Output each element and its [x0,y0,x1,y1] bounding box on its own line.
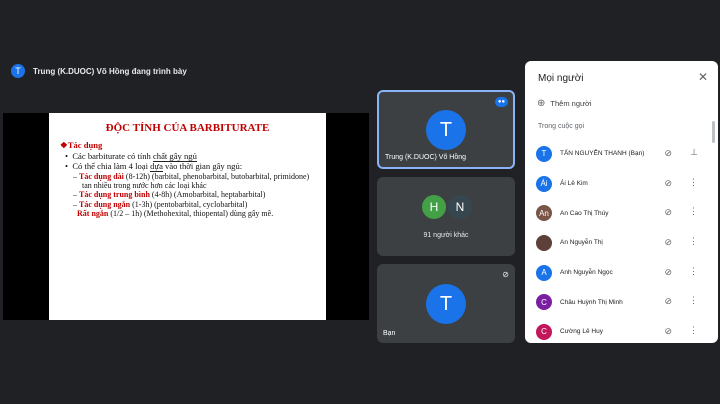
people-panel: Mọi người ✕ ⊕ Thêm người Trong cuộc gọi … [525,61,718,343]
participant-name: Anh Nguyễn Ngọc [560,269,613,277]
shared-screen: ĐỘC TÍNH CỦA BARBITURATE ❖Tác dụng • Các… [3,113,369,320]
person-add-icon: ⊕ [537,98,546,109]
presenter-avatar: T [11,64,25,78]
participant-row[interactable]: C Châu Huỳnh Thị Minh ⊘ ⋮ [525,287,718,317]
mic-off-icon: ⊘ [664,177,672,188]
presenter-tile-name: Trung (K.DUOC) Võ Hồng [385,154,467,161]
slide-subitem: Rất ngắn (1/2 – 1h) (Methohexital, thiop… [77,209,274,219]
mic-off-icon: ⊘ [502,270,509,279]
slide-subitem: – Tác dụng trung bình (4-8h) (Amobarbita… [73,190,266,200]
participant-list: T TẤN NGUYỄN THANH (Bạn) ⊘ ⊥ Ái Ái Lê Ki… [525,139,718,343]
mic-off-icon: ⊘ [664,237,672,248]
more-vert-icon[interactable]: ⋮ [689,295,698,306]
more-vert-icon[interactable]: ⋮ [689,266,698,277]
participant-avatar: Ái [536,175,552,192]
participant-avatar: T [536,145,552,162]
participant-name: Ái Lê Kim [560,180,588,188]
participant-avatar: A [536,264,552,281]
self-tile-name: Bạn [383,330,396,337]
add-people-label: Thêm người [550,99,592,108]
participant-row[interactable]: An Nguyễn Thị ⊘ ⋮ [525,228,718,258]
more-vert-icon[interactable]: ⋮ [689,325,698,336]
pin-icon[interactable]: ⊥ [690,147,698,158]
panel-title: Mọi người [538,73,584,84]
participant-name: Châu Huỳnh Thị Minh [560,298,623,306]
participant-avatar: C [536,294,552,311]
more-vert-icon[interactable]: ⋮ [689,206,698,217]
slide-bullet: • Có thể chia làm 4 loại dựa vào thời gi… [65,161,243,172]
participant-name: An Nguyễn Thị [560,239,603,247]
more-vert-icon[interactable]: ⋮ [689,236,698,247]
participant-row[interactable]: A Anh Nguyễn Ngọc ⊘ ⋮ [525,258,718,288]
self-tile-avatar: T [426,284,466,324]
others-avatar: H [422,195,446,219]
speaking-indicator-icon: ●● [495,97,508,107]
others-tile[interactable]: H N 91 người khác [377,177,515,256]
mic-off-icon: ⊘ [664,326,672,337]
slide-subitem: – Tác dụng dài (8-12h) (barbital, phenob… [73,171,310,190]
presentation-slide: ĐỘC TÍNH CỦA BARBITURATE ❖Tác dụng • Các… [49,113,326,320]
mic-off-icon: ⊘ [664,266,672,277]
participant-name: TẤN NGUYỄN THANH (Bạn) [560,150,645,158]
self-tile[interactable]: ⊘ T Bạn [377,264,515,343]
participant-row[interactable]: C Cường Lê Huy ⊘ ⋮ [525,317,718,343]
participant-name: An Cao Thị Thúy [560,209,609,217]
others-avatar: N [448,195,472,219]
participant-row[interactable]: An An Cao Thị Thúy ⊘ ⋮ [525,198,718,228]
mic-off-icon: ⊘ [664,296,672,307]
participant-row[interactable]: Ái Ái Lê Kim ⊘ ⋮ [525,169,718,199]
slide-subitem: – Tác dụng ngắn (1-3h) (pentobarbital, c… [73,199,248,209]
participant-avatar: An [536,205,552,222]
slide-bullet: • Các barbiturate có tính chất gây ngủ [65,150,197,162]
presenter-bar: T Trung (K.DUOC) Võ Hồng đang trình bày [0,58,520,84]
presenter-status: Trung (K.DUOC) Võ Hồng đang trình bày [33,66,187,76]
in-call-section-label: Trong cuộc gọi [538,123,585,130]
presenter-tile-avatar: T [426,110,466,150]
others-count: 91 người khác [423,232,469,239]
participant-avatar: C [536,323,552,340]
slide-heading: ❖Tác dụng [60,140,103,150]
presenter-tile[interactable]: ●● T Trung (K.DUOC) Võ Hồng [377,90,515,169]
participant-name: Cường Lê Huy [560,328,603,336]
participant-photo [536,234,552,251]
mic-off-icon: ⊘ [664,207,672,218]
slide-body: ❖Tác dụng • Các barbiturate có tính chất… [60,140,320,219]
more-vert-icon[interactable]: ⋮ [689,177,698,188]
participant-row[interactable]: T TẤN NGUYỄN THANH (Bạn) ⊘ ⊥ [525,139,718,169]
close-icon[interactable]: ✕ [698,70,708,84]
add-people-button[interactable]: ⊕ Thêm người [537,98,592,109]
mic-off-icon: ⊘ [664,148,672,158]
slide-title: ĐỘC TÍNH CỦA BARBITURATE [105,122,270,134]
